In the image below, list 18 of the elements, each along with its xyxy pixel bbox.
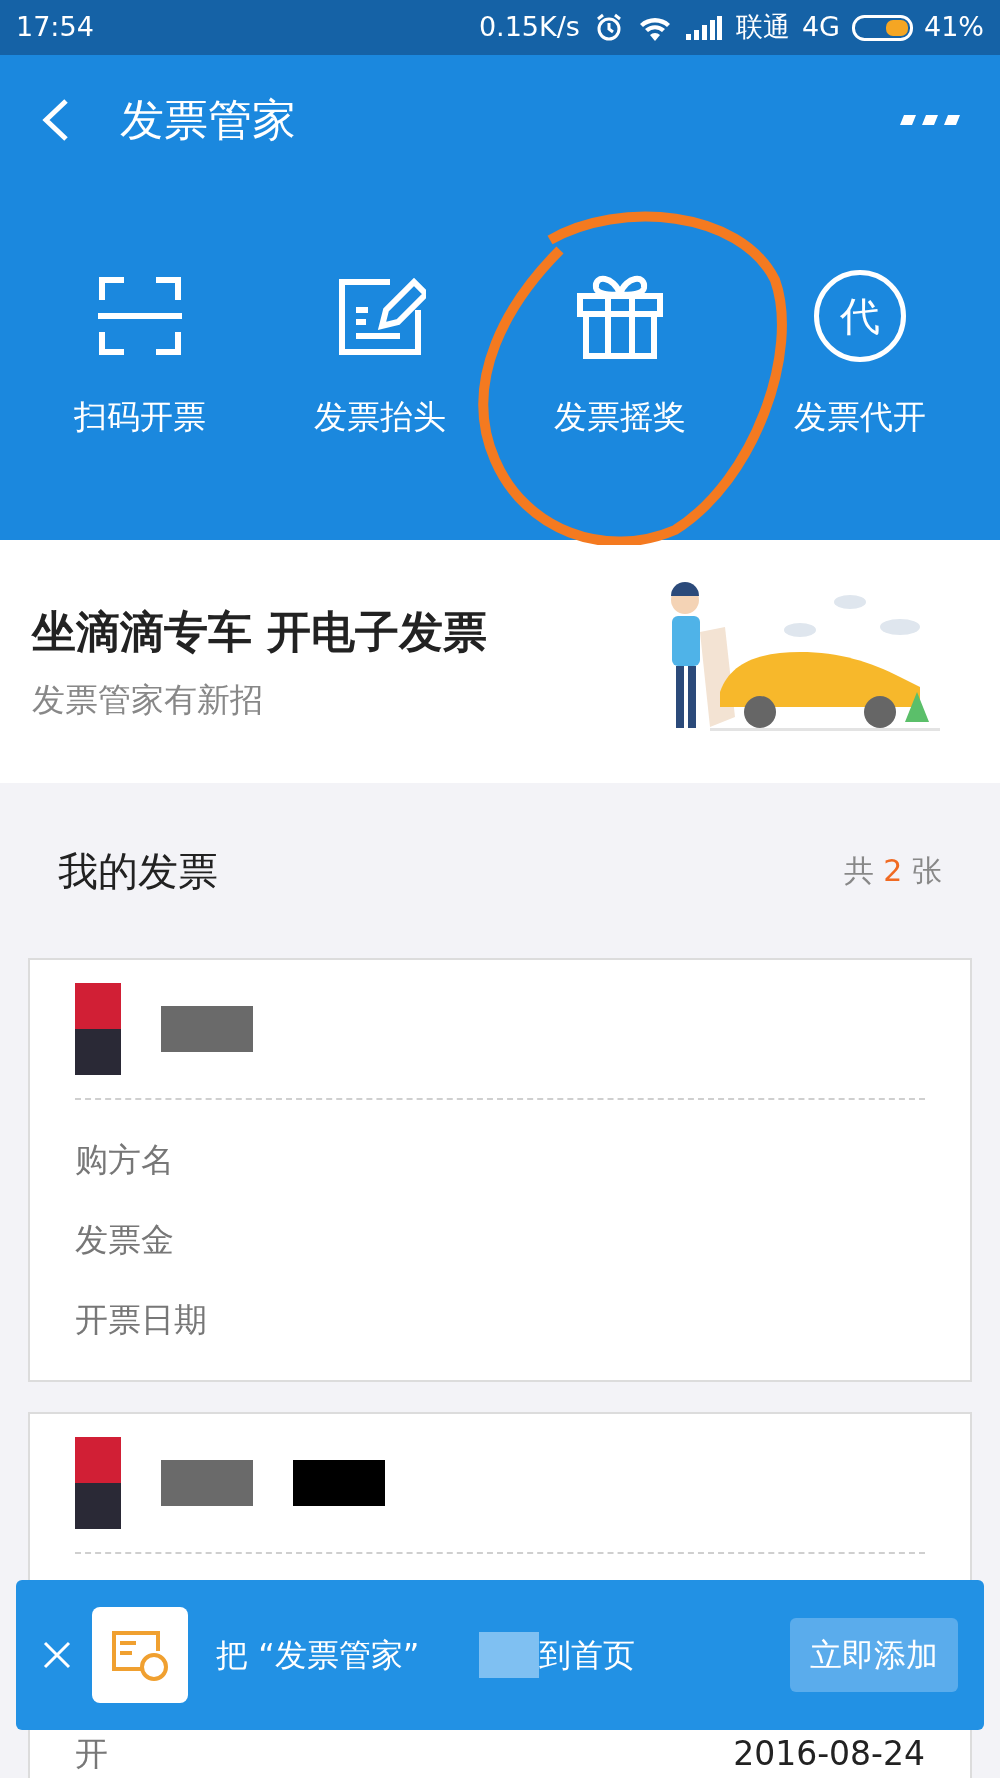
field-label: 开票日期	[75, 1299, 207, 1342]
add-bar-text: 到首页	[539, 1635, 636, 1676]
promo-subtitle: 发票管家有新招	[32, 678, 264, 721]
page-title: 发票管家	[120, 93, 296, 147]
battery-percent: 41%	[924, 10, 984, 45]
field-label: 开	[75, 1733, 108, 1776]
network-speed: 0.15K/s	[478, 10, 580, 45]
field-value: 2016-08-24	[733, 1733, 925, 1776]
agent-icon: 代	[814, 270, 906, 362]
carrier-name: 联通	[735, 10, 790, 45]
section-title: 我的发票	[58, 846, 218, 896]
status-time: 17:54	[16, 10, 94, 45]
invoice-count: 共 2 张	[843, 852, 942, 890]
network-type: 4G	[801, 10, 840, 45]
field-label: 购方名	[75, 1139, 174, 1182]
add-bar-text: 把 “发票管家”	[216, 1635, 420, 1676]
promo-title: 坐滴滴专车 开电子发票	[32, 604, 488, 659]
field-label: 发票金	[75, 1219, 174, 1262]
